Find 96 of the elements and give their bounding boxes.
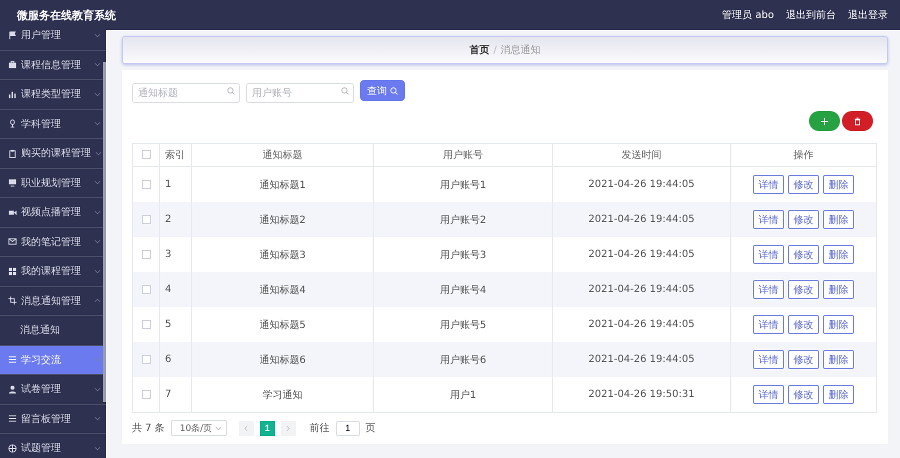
column-header: 操作 [730,144,876,166]
column-header: 发送时间 [552,144,730,166]
header-link[interactable]: 退出到前台 [786,8,836,22]
action-button[interactable]: 修改 [788,315,819,334]
microphone-icon [8,119,17,128]
action-button[interactable]: 删除 [823,315,854,334]
search-icon [227,86,235,94]
plus-icon [820,116,829,126]
table-cell: 2021-04-26 19:44:05 [552,272,730,307]
row-checkbox[interactable] [142,284,150,294]
action-button[interactable]: 删除 [823,350,854,369]
row-checkbox[interactable] [142,390,150,399]
person-icon [8,384,17,394]
search-icon [390,86,398,94]
previous-page-button[interactable] [238,420,254,436]
action-button[interactable]: 详情 [753,350,784,369]
header-link[interactable]: 管理员 abo [722,8,774,22]
flag-icon [8,30,17,40]
table-cell: 2021-04-26 19:44:05 [552,202,730,237]
target-icon [8,444,17,453]
action-button[interactable]: 详情 [753,245,784,264]
page-unit-label: 页 [366,422,376,435]
table-cell: 2021-04-26 19:50:31 [552,377,730,412]
search-field[interactable]: 用户账号 [246,83,354,103]
delete-button[interactable] [842,111,873,131]
action-button[interactable]: 删除 [823,280,854,299]
total-count: 共 7 条 [132,422,165,435]
clipboard-icon [8,148,17,158]
column-header: 通知标题 [192,144,374,166]
breadcrumb-item: 消息通知 [500,44,541,57]
briefcase-icon [8,60,17,70]
breadcrumb-separator: / [493,44,497,56]
table-cell: 4 [160,272,192,307]
table-cell: 用户账号4 [374,272,552,307]
list-icon [8,355,17,364]
action-button[interactable]: 详情 [753,210,784,229]
chevron-left-icon [244,424,248,432]
header-link[interactable]: 退出登录 [848,8,888,22]
action-button[interactable]: 详情 [753,315,784,334]
app-title: 微服务在线教育系统 [17,8,116,22]
table-cell: 通知标题2 [192,202,374,237]
action-button[interactable]: 删除 [823,175,854,194]
list-icon [8,414,17,424]
table-cell: 2 [160,202,192,237]
action-button[interactable]: 详情 [753,280,784,299]
action-button[interactable]: 删除 [823,385,854,404]
goto-page-field[interactable]: 1 [336,420,360,436]
action-button[interactable]: 详情 [753,175,784,194]
column-header: 索引 [160,144,192,166]
page-size-select[interactable]: 10条/页 [170,420,227,436]
action-button[interactable]: 修改 [788,210,819,229]
chevron-down-icon [214,426,222,430]
action-button[interactable]: 删除 [823,210,854,229]
action-button[interactable]: 详情 [753,385,784,404]
action-button[interactable]: 修改 [788,175,819,194]
page-button[interactable]: 1 [260,420,275,436]
sidebar-item[interactable]: 试题管理 [0,434,106,458]
goto-label: 前往 [310,422,330,435]
search-icon [341,86,349,94]
action-button[interactable]: 修改 [788,385,819,404]
breadcrumb-item[interactable]: 首页 [469,43,490,57]
grid-icon [8,266,17,276]
search-field[interactable]: 通知标题 [132,83,240,103]
table-cell: 通知标题4 [192,272,374,307]
table-cell: 7 [160,377,192,412]
envelope-icon [8,237,17,246]
table-cell: 用户账号6 [374,342,552,377]
chevron-right-icon [286,424,290,432]
column-header: 用户账号 [374,144,552,166]
row-checkbox[interactable] [142,180,150,189]
table-cell: 2021-04-26 19:44:05 [552,342,730,377]
select-all-checkbox[interactable] [142,150,150,160]
row-checkbox[interactable] [142,320,150,329]
trash-icon [853,116,862,126]
table-cell: 学习通知 [192,377,374,412]
sidebar-item[interactable]: 用户管理 [0,30,106,50]
action-button[interactable]: 删除 [823,245,854,264]
action-button[interactable]: 修改 [788,350,819,369]
sidebar-item[interactable]: 学习交流 [0,346,106,375]
monitor-icon [8,178,17,188]
video-icon [8,208,17,217]
table-cell: 用户账号2 [374,202,552,237]
row-checkbox[interactable] [142,214,150,224]
bar-chart-icon [8,90,17,99]
next-page-button[interactable] [280,420,296,436]
query-button[interactable]: 查询 [360,80,405,101]
row-checkbox[interactable] [142,250,150,259]
action-button[interactable]: 修改 [788,245,819,264]
table-cell: 通知标题6 [192,342,374,377]
row-checkbox[interactable] [142,354,150,364]
action-button[interactable]: 修改 [788,280,819,299]
table-cell: 6 [160,342,192,377]
sidebar-item[interactable]: 留言板管理 [0,404,106,434]
table-cell: 用户1 [374,377,552,412]
crop-icon [8,296,17,306]
add-button[interactable] [809,111,840,131]
